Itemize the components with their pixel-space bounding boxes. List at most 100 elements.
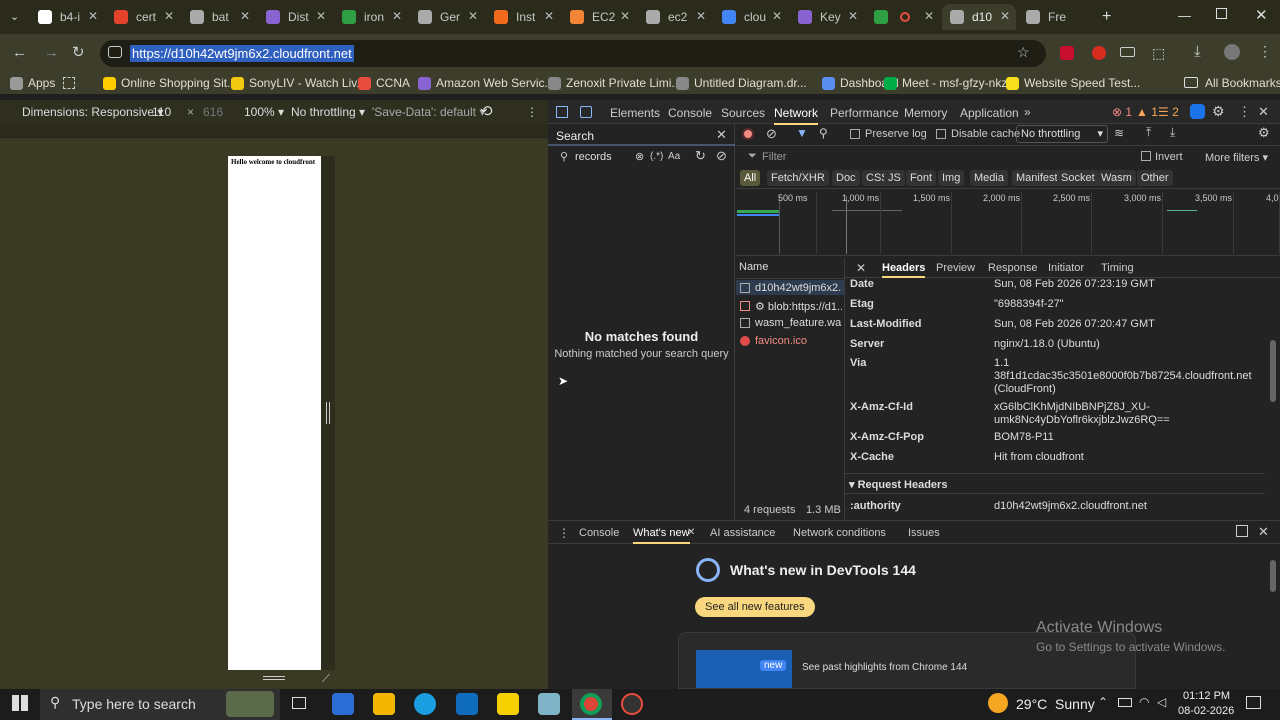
network-conditions-wifi-icon[interactable]: ≋ xyxy=(1114,126,1124,140)
bookmark-item[interactable]: Untitled Diagram.dr... xyxy=(676,76,807,90)
tab-search-chevron-icon[interactable]: ⌄ xyxy=(10,10,19,23)
more-tabs-icon[interactable]: » xyxy=(1024,105,1031,119)
outlook-icon[interactable] xyxy=(456,693,478,715)
resource-type-manifest[interactable]: Manifest xyxy=(1012,170,1062,186)
resource-type-img[interactable]: Img xyxy=(938,170,965,186)
match-case-toggle[interactable]: Aa xyxy=(668,151,680,162)
width-input[interactable]: 110 xyxy=(152,105,171,119)
maximize-button[interactable] xyxy=(1216,8,1227,19)
dock-drawer-icon[interactable] xyxy=(1236,525,1248,537)
export-har-icon[interactable]: ⤓ xyxy=(1170,125,1175,140)
devtools-tab-network[interactable]: Network xyxy=(774,106,819,125)
notifications-icon[interactable] xyxy=(1246,696,1261,709)
clear-search-icon[interactable]: ⊗ xyxy=(635,150,644,163)
close-tab-icon[interactable]: ✕ xyxy=(544,9,554,23)
devtools-tab-memory[interactable]: Memory xyxy=(904,106,947,120)
zoom-select[interactable]: 100% ▾ xyxy=(244,105,284,119)
invert-checkbox[interactable] xyxy=(1141,151,1151,161)
avatar[interactable] xyxy=(1224,44,1240,60)
devtools-tab-elements[interactable]: Elements xyxy=(610,106,660,120)
clock-time[interactable]: 01:12 PM xyxy=(1183,690,1230,702)
info-count[interactable]: ☰ 2 xyxy=(1158,105,1179,119)
chrome-icon[interactable] xyxy=(1190,104,1205,119)
close-window-button[interactable]: ✕ xyxy=(1255,6,1268,24)
weather-text[interactable]: 29°C Sunny xyxy=(1016,696,1095,712)
devtools-menu-icon[interactable]: ⋮ xyxy=(1238,104,1251,120)
bookmark-item[interactable]: Apps xyxy=(10,76,55,90)
clear-log-icon[interactable]: ⊘ xyxy=(766,126,777,142)
battery-icon[interactable] xyxy=(1118,698,1132,707)
detail-scrollbar[interactable] xyxy=(1270,340,1276,402)
bookmark-item[interactable]: Online Shopping Sit... xyxy=(103,76,237,90)
resource-type-wasm[interactable]: Wasm xyxy=(1097,170,1136,186)
close-tab-icon[interactable]: ✕ xyxy=(924,9,934,23)
resource-type-other[interactable]: Other xyxy=(1137,170,1173,186)
browser-tab[interactable]: ec2 ✕ xyxy=(638,4,712,30)
close-detail-icon[interactable]: ✕ xyxy=(856,261,866,275)
browser-tab[interactable]: bat ✕ xyxy=(182,4,256,30)
extensions-puzzle-icon[interactable]: ⬚ xyxy=(1152,45,1165,62)
apps-grid-icon[interactable] xyxy=(63,77,75,89)
bookmark-item[interactable]: Website Speed Test... xyxy=(1006,76,1140,90)
extension-icon[interactable] xyxy=(1092,46,1106,60)
regex-toggle[interactable]: (.*) xyxy=(650,151,663,162)
drawer-menu-icon[interactable]: ⋮ xyxy=(558,526,570,540)
devtools-tab-console[interactable]: Console xyxy=(668,106,712,120)
request-row[interactable]: ⚙ blob:https://d1... xyxy=(740,300,842,313)
app-icon[interactable] xyxy=(332,693,354,715)
devtools-tab-application[interactable]: Application xyxy=(960,106,1019,120)
resource-type-doc[interactable]: Doc xyxy=(832,170,860,186)
close-tab-icon[interactable]: ✕ xyxy=(696,9,706,23)
site-info-icon[interactable] xyxy=(108,46,122,58)
resize-handle-bottom[interactable] xyxy=(263,676,285,680)
browser-tab[interactable]: EC2 ✕ xyxy=(562,4,636,30)
reload-icon[interactable]: ↻ xyxy=(72,43,85,61)
extension-icon[interactable] xyxy=(1120,47,1135,57)
detail-tab-response[interactable]: Response xyxy=(988,262,1038,274)
resource-type-fetchxhr[interactable]: Fetch/XHR xyxy=(767,170,829,186)
browser-tab[interactable]: Key ✕ xyxy=(790,4,864,30)
record-stop-icon[interactable] xyxy=(742,128,754,140)
see-all-features-button[interactable]: See all new features xyxy=(695,597,815,617)
clock-date[interactable]: 08-02-2026 xyxy=(1178,705,1234,717)
app-icon[interactable] xyxy=(621,693,643,715)
devtools-tab-sources[interactable]: Sources xyxy=(721,106,765,120)
back-icon[interactable]: ← xyxy=(12,44,27,61)
drawer-tab-networkconditions[interactable]: Network conditions xyxy=(793,527,886,539)
app-icon[interactable] xyxy=(538,693,560,715)
drawer-scrollbar[interactable] xyxy=(1270,560,1276,592)
close-tab-icon[interactable]: ✕ xyxy=(772,9,782,23)
bookmark-item[interactable]: Meet - msf-gfzy-nkz xyxy=(884,76,1007,90)
new-tab-button[interactable]: + xyxy=(1102,8,1111,26)
close-search-icon[interactable]: ✕ xyxy=(716,127,727,143)
search-input[interactable]: records xyxy=(575,151,612,163)
bookmark-item[interactable]: Amazon Web Servic... xyxy=(418,76,555,90)
devtools-tab-performance[interactable]: Performance xyxy=(830,106,899,120)
browser-tab[interactable]: ✕ xyxy=(866,4,940,30)
bookmark-star-icon[interactable]: ☆ xyxy=(1017,44,1030,61)
height-input[interactable]: 616 xyxy=(203,105,223,119)
resource-type-font[interactable]: Font xyxy=(906,170,937,186)
taskbar-search-input[interactable]: Type here to search xyxy=(72,696,196,712)
close-tab-icon[interactable]: ✕ xyxy=(1000,9,1010,23)
task-view-icon[interactable] xyxy=(292,697,306,709)
bookmark-item[interactable]: CCNA xyxy=(358,76,410,90)
throttling-select[interactable]: No throttling ▾ xyxy=(291,105,365,119)
browser-tab[interactable]: Fre xyxy=(1018,4,1090,30)
dimensions-select[interactable]: Dimensions: Responsive ▾ xyxy=(22,105,163,119)
browser-tab[interactable]: Inst ✕ xyxy=(486,4,560,30)
close-tab-icon[interactable]: ✕ xyxy=(468,9,478,23)
error-count[interactable]: ⊗ 1 xyxy=(1112,105,1132,119)
sticky-notes-icon[interactable] xyxy=(497,693,519,715)
name-column-header[interactable]: Name xyxy=(739,261,768,273)
save-data-select[interactable]: 'Save-Data': default ▾ xyxy=(372,105,485,119)
browser-tab[interactable]: clou ✕ xyxy=(714,4,788,30)
request-headers-toggle[interactable]: ▾ Request Headers xyxy=(849,478,947,491)
browser-tab[interactable]: cert ✕ xyxy=(106,4,180,30)
filter-input[interactable]: Filter xyxy=(762,151,786,163)
extension-icon[interactable] xyxy=(1060,46,1074,60)
chrome-icon[interactable] xyxy=(580,693,602,715)
resource-type-socket[interactable]: Socket xyxy=(1057,170,1099,186)
warning-count[interactable]: ▲ 1 xyxy=(1136,105,1158,119)
close-tab-icon[interactable]: ✕ xyxy=(240,9,250,23)
